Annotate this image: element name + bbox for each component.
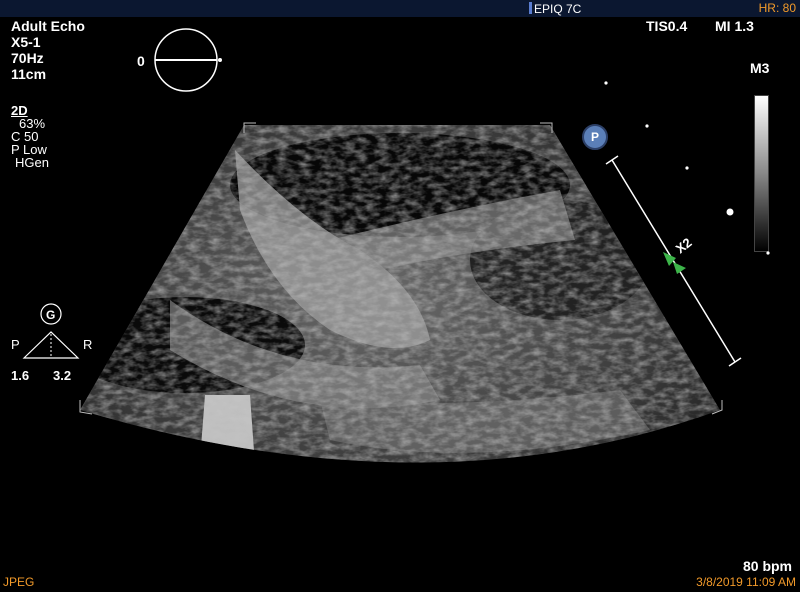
bpm-readout: 80 bpm [742, 558, 792, 574]
timestamp: 3/8/2019 11:09 AM [696, 575, 796, 589]
orientation-g-label: G [46, 308, 56, 322]
orientation-right-value: 3.2 [53, 368, 72, 383]
probe-angle-value: 0 [137, 53, 145, 69]
image-format: JPEG [3, 575, 35, 589]
p-badge-label: P [591, 130, 600, 144]
orientation-p-label: P [11, 337, 20, 352]
echo-scan-sector [22, 28, 770, 463]
orientation-left-value: 1.6 [11, 368, 30, 383]
orientation-r-label: R [83, 337, 93, 352]
